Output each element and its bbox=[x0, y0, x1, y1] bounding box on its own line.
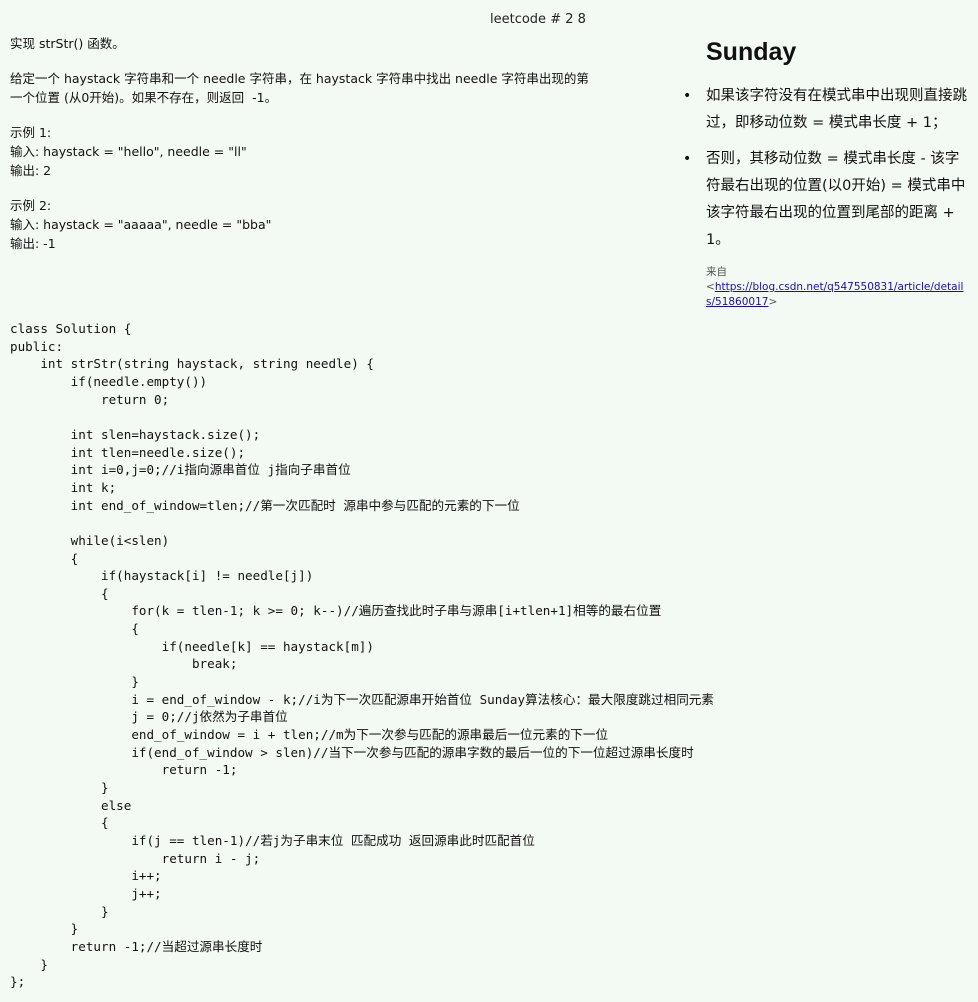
example-2-title: 示例 2: bbox=[10, 198, 52, 213]
code-line: { bbox=[10, 550, 79, 566]
bullet-text: 如果该字符没有在模式串中出现则直接跳过，即移动位数 = 模式串长度 + 1； bbox=[706, 88, 967, 131]
code-line: int slen=haystack.size(); bbox=[10, 426, 261, 442]
source-label: 来自 bbox=[706, 266, 727, 278]
example-1-output: 输出: 2 bbox=[10, 163, 52, 178]
source-open-bracket: < bbox=[706, 281, 715, 293]
code-line: int strStr(string haystack, string needl… bbox=[10, 356, 374, 372]
code-line: for(k = tlen-1; k >= 0; k--)//遍历查找此时子串与源… bbox=[10, 603, 662, 619]
code-line: break; bbox=[10, 656, 238, 672]
example-1-input: 输入: haystack = "hello", needle = "ll" bbox=[10, 144, 247, 159]
code-line: while(i<slen) bbox=[10, 532, 170, 548]
code-line: return -1;//当超过源串长度时 bbox=[10, 938, 263, 954]
bullet-icon: • bbox=[683, 88, 692, 104]
example-2-input: 输入: haystack = "aaaaa", needle = "bba" bbox=[10, 217, 272, 232]
code-line: } bbox=[10, 921, 79, 937]
code-line: j = 0;//j依然为子串首位 bbox=[10, 709, 288, 725]
sunday-bullet-list: • 如果该字符没有在模式串中出现则直接跳过，即移动位数 = 模式串长度 + 1；… bbox=[683, 83, 972, 254]
code-line: } bbox=[10, 903, 109, 919]
code-line: return i - j; bbox=[10, 850, 261, 866]
code-line: }; bbox=[10, 974, 26, 990]
code-line: if(haystack[i] != needle[j]) bbox=[10, 568, 314, 584]
sunday-bullet-item: • 否则，其移动位数 = 模式串长度 - 该字符最右出现的位置(以0开始) = … bbox=[683, 146, 972, 254]
code-line: } bbox=[10, 674, 139, 690]
code-line: int i=0,j=0;//i指向源串首位 j指向子串首位 bbox=[10, 462, 351, 478]
code-line: int end_of_window=tlen;//第一次匹配时 源串中参与匹配的… bbox=[10, 497, 520, 513]
sunday-heading: Sunday bbox=[706, 38, 797, 66]
source-close-bracket: > bbox=[768, 296, 778, 308]
sunday-bullet-item: • 如果该字符没有在模式串中出现则直接跳过，即移动位数 = 模式串长度 + 1； bbox=[683, 83, 972, 137]
code-line: return -1; bbox=[10, 762, 238, 778]
example-1-title: 示例 1: bbox=[10, 125, 52, 140]
code-block: class Solution { public: int strStr(strin… bbox=[10, 320, 714, 991]
problem-line: 实现 strStr() 函数。 bbox=[10, 36, 125, 51]
code-line: int tlen=needle.size(); bbox=[10, 444, 246, 460]
code-line: i = end_of_window - k;//i为下一次匹配源串开始首位 Su… bbox=[10, 691, 714, 707]
code-line: if(needle[k] == haystack[m]) bbox=[10, 638, 374, 654]
page-title: leetcode # 2 8 bbox=[490, 12, 586, 27]
bullet-icon: • bbox=[683, 151, 692, 167]
problem-description: 实现 strStr() 函数。 给定一个 haystack 字符串和一个 nee… bbox=[10, 34, 650, 253]
code-line: } bbox=[10, 780, 109, 796]
code-line: if(j == tlen-1)//若j为子串末位 匹配成功 返回源串此时匹配首位 bbox=[10, 833, 535, 848]
code-line: public: bbox=[10, 338, 64, 354]
code-line: { bbox=[10, 585, 109, 601]
code-line: return 0; bbox=[10, 391, 170, 407]
example-2-output: 输出: -1 bbox=[10, 236, 56, 251]
code-line: else bbox=[10, 797, 132, 813]
code-line: end_of_window = i + tlen;//m为下一次参与匹配的源串最… bbox=[10, 727, 609, 743]
code-line: { bbox=[10, 621, 139, 637]
source-link[interactable]: https://blog.csdn.net/q547550831/article… bbox=[706, 281, 963, 308]
code-line: j++; bbox=[10, 885, 162, 901]
code-line: { bbox=[10, 815, 109, 831]
code-line: class Solution { bbox=[10, 321, 132, 336]
code-line: i++; bbox=[10, 868, 162, 884]
problem-line: 给定一个 haystack 字符串和一个 needle 字符串，在 haysta… bbox=[10, 71, 589, 86]
code-line: int k; bbox=[10, 479, 117, 495]
code-line: if(needle.empty()) bbox=[10, 373, 208, 389]
bullet-text: 否则，其移动位数 = 模式串长度 - 该字符最右出现的位置(以0开始) = 模式… bbox=[706, 151, 966, 248]
problem-line: 一个位置 (从0开始)。如果不存在，则返回 -1。 bbox=[10, 90, 278, 105]
code-line: if(end_of_window > slen)//当下一次参与匹配的源串字数的… bbox=[10, 744, 694, 760]
sunday-notes: Sunday • 如果该字符没有在模式串中出现则直接跳过，即移动位数 = 模式串… bbox=[683, 38, 972, 310]
code-line: } bbox=[10, 956, 48, 972]
source-note: 来自 <https://blog.csdn.net/q547550831/art… bbox=[706, 265, 972, 310]
